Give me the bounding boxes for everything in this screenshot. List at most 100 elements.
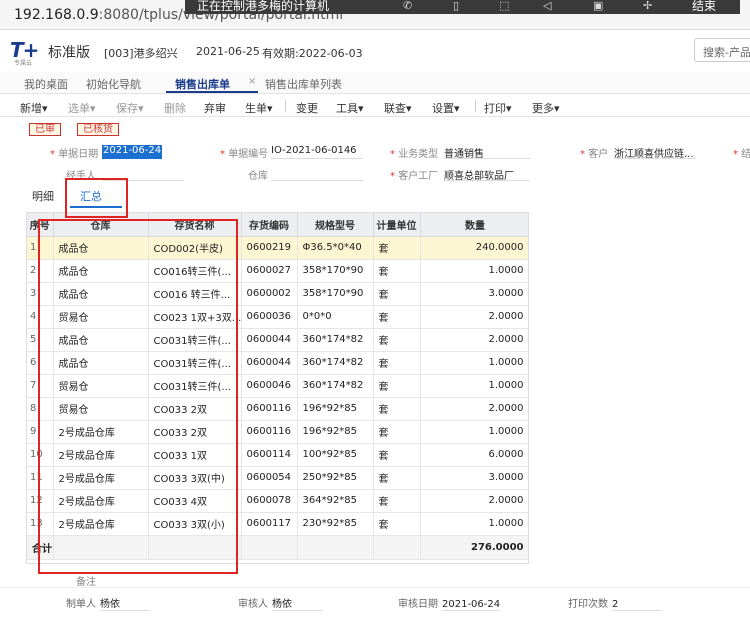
screenshot-icon[interactable]: ⬚ (499, 0, 509, 12)
cell-item-code[interactable]: 0600078 (241, 489, 298, 513)
cell-quantity[interactable]: 3.0000 (420, 282, 528, 306)
cell-warehouse[interactable]: 成品仓 (53, 282, 149, 306)
cell-item-name[interactable]: CO023 1双+3双... (148, 305, 242, 329)
tab-sales-outbound-list[interactable]: 销售出库单列表 (265, 76, 342, 92)
cell-item-name[interactable]: CO016转三件(... (148, 259, 242, 283)
table-row[interactable]: 13 2号成品仓库 CO033 3双(小) 0600117 230*92*85 套 1.00… (27, 512, 528, 536)
cell-spec[interactable]: 360*174*82 (297, 351, 374, 375)
cell-spec[interactable]: 364*92*85 (297, 489, 374, 513)
tab-sales-outbound[interactable]: 销售出库单 (175, 76, 230, 92)
cell-item-name[interactable]: CO033 2双 (148, 420, 242, 444)
cell-index[interactable]: 7 (27, 374, 54, 398)
customer-factory-field[interactable]: 顺喜总部软品厂 (444, 167, 530, 182)
table-row[interactable]: 1 成品仓 COD002(半皮) 0600219 Φ36.5*0*40 套 240.0000 (27, 236, 528, 260)
cell-quantity[interactable]: 1.0000 (420, 351, 528, 375)
col-header-spec[interactable]: 规格型号 (297, 213, 374, 237)
cell-quantity[interactable]: 2.0000 (420, 305, 528, 329)
cell-warehouse[interactable]: 2号成品仓库 (53, 512, 149, 536)
cell-item-name[interactable]: CO033 1双 (148, 443, 242, 467)
table-row[interactable]: 5 成品仓 CO031转三件(... 0600044 360*174*82 套 2.0000 (27, 328, 528, 352)
cell-quantity[interactable]: 2.0000 (420, 397, 528, 421)
cell-warehouse[interactable]: 成品仓 (53, 259, 149, 283)
cell-warehouse[interactable]: 2号成品仓库 (53, 489, 149, 513)
cell-item-name[interactable]: COD002(半皮) (148, 236, 242, 260)
volume-icon[interactable]: ◁ (543, 0, 551, 12)
doc-date-field[interactable]: 2021-06-24 (102, 145, 163, 159)
cell-item-name[interactable]: CO016 转三件... (148, 282, 242, 306)
cell-warehouse[interactable]: 2号成品仓库 (53, 466, 149, 490)
cell-unit[interactable]: 套 (373, 489, 421, 513)
cell-spec[interactable]: 358*170*90 (297, 259, 374, 283)
cell-unit[interactable]: 套 (373, 328, 421, 352)
cell-item-code[interactable]: 0600046 (241, 374, 298, 398)
window-icon[interactable]: ▣ (593, 0, 603, 12)
cell-spec[interactable]: 196*92*85 (297, 420, 374, 444)
cell-quantity[interactable]: 6.0000 (420, 443, 528, 467)
generate-doc-button[interactable]: 生单▾ (245, 100, 273, 116)
cell-item-name[interactable]: CO033 2双 (148, 397, 242, 421)
table-row[interactable]: 2 成品仓 CO016转三件(... 0600027 358*170*90 套 1.0000 (27, 259, 528, 283)
cell-quantity[interactable]: 240.0000 (420, 236, 528, 260)
cell-warehouse[interactable]: 贸易仓 (53, 397, 149, 421)
cell-warehouse[interactable]: 成品仓 (53, 351, 149, 375)
tab-init-guide[interactable]: 初始化导航 (86, 76, 141, 92)
cell-quantity[interactable]: 1.0000 (420, 512, 528, 536)
subtab-summary[interactable]: 汇总 (80, 188, 102, 204)
settings-button[interactable]: 设置▾ (432, 100, 460, 116)
cell-index[interactable]: 1 (27, 236, 54, 260)
col-header-item-name[interactable]: 存货名称 (148, 213, 242, 237)
cell-unit[interactable]: 套 (373, 282, 421, 306)
cell-unit[interactable]: 套 (373, 512, 421, 536)
cell-index[interactable]: 3 (27, 282, 54, 306)
cell-spec[interactable]: 230*92*85 (297, 512, 374, 536)
select-doc-button[interactable]: 选单▾ (68, 100, 96, 116)
cell-index[interactable]: 10 (27, 443, 54, 467)
cell-item-code[interactable]: 0600044 (241, 328, 298, 352)
pin-icon[interactable]: ✢ (643, 0, 652, 12)
cell-item-code[interactable]: 0600044 (241, 351, 298, 375)
cell-warehouse[interactable]: 成品仓 (53, 328, 149, 352)
customer-field[interactable]: 浙江顺喜供应链... (614, 145, 696, 159)
cell-unit[interactable]: 套 (373, 305, 421, 329)
unaudit-button[interactable]: 弃审 (204, 100, 226, 116)
cell-spec[interactable]: Φ36.5*0*40 (297, 236, 374, 260)
warehouse-field[interactable] (271, 167, 363, 181)
table-row[interactable]: 8 贸易仓 CO033 2双 0600116 196*92*85 套 2.0000 (27, 397, 528, 421)
cell-item-name[interactable]: CO031转三件(... (148, 374, 242, 398)
cell-item-name[interactable]: CO031转三件(... (148, 351, 242, 375)
col-header-quantity[interactable]: 数量 (420, 213, 528, 237)
cell-index[interactable]: 13 (27, 512, 54, 536)
handler-field[interactable] (102, 167, 184, 181)
cell-spec[interactable]: 250*92*85 (297, 466, 374, 490)
cell-unit[interactable]: 套 (373, 351, 421, 375)
cell-warehouse[interactable]: 贸易仓 (53, 374, 149, 398)
cell-quantity[interactable]: 3.0000 (420, 466, 528, 490)
cell-warehouse[interactable]: 贸易仓 (53, 305, 149, 329)
print-button[interactable]: 打印▾ (484, 100, 512, 116)
cell-item-name[interactable]: CO033 3双(小) (148, 512, 242, 536)
cell-index[interactable]: 8 (27, 397, 54, 421)
cell-unit[interactable]: 套 (373, 259, 421, 283)
cell-spec[interactable]: 100*92*85 (297, 443, 374, 467)
more-button[interactable]: 更多▾ (532, 100, 560, 116)
end-control-button[interactable]: 结束 (692, 0, 716, 12)
col-header-index[interactable]: 序号 (27, 213, 54, 237)
tab-my-desktop[interactable]: 我的桌面 (24, 76, 68, 92)
cell-unit[interactable]: 套 (373, 420, 421, 444)
table-row[interactable]: 10 2号成品仓库 CO033 1双 0600114 100*92*85 套 6.0000 (27, 443, 528, 467)
tools-button[interactable]: 工具▾ (336, 100, 364, 116)
cell-item-code[interactable]: 0600114 (241, 443, 298, 467)
pause-icon[interactable]: ▯ (453, 0, 459, 12)
table-row[interactable]: 9 2号成品仓库 CO033 2双 0600116 196*92*85 套 1.0000 (27, 420, 528, 444)
product-search-input[interactable]: 搜索-产品 (694, 38, 750, 62)
cell-item-name[interactable]: CO031转三件(... (148, 328, 242, 352)
delete-button[interactable]: 删除 (164, 100, 186, 116)
tab-close-icon[interactable]: × (248, 76, 256, 87)
cell-unit[interactable]: 套 (373, 374, 421, 398)
new-button[interactable]: 新增▾ (20, 100, 48, 116)
cell-item-name[interactable]: CO033 4双 (148, 489, 242, 513)
cell-unit[interactable]: 套 (373, 236, 421, 260)
table-row[interactable]: 11 2号成品仓库 CO033 3双(中) 0600054 250*92*85 套 3.00… (27, 466, 528, 490)
cell-quantity[interactable]: 2.0000 (420, 489, 528, 513)
table-row[interactable]: 12 2号成品仓库 CO033 4双 0600078 364*92*85 套 2.0000 (27, 489, 528, 513)
